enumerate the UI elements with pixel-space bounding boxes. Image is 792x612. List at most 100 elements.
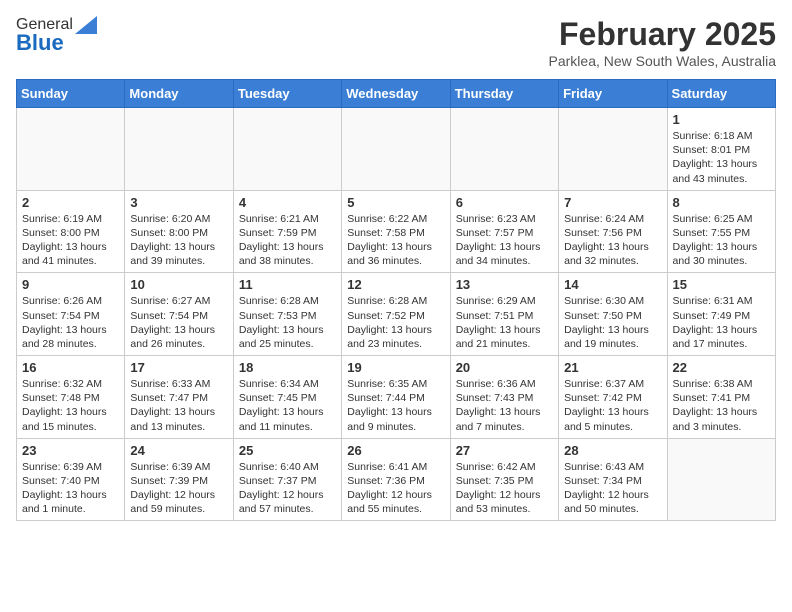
day-number: 7 (564, 195, 661, 210)
calendar-cell-week2-day7: 8Sunrise: 6:25 AM Sunset: 7:55 PM Daylig… (667, 190, 775, 273)
location: Parklea, New South Wales, Australia (549, 53, 776, 69)
calendar-header-sunday: Sunday (17, 80, 125, 108)
calendar-week-row-4: 16 Sunrise: 6:32 AM Sunset: 7:48 PM Dayli… (17, 356, 776, 439)
day-info: Sunrise: 6:33 AM Sunset: 7:47 PM Dayligh… (130, 377, 227, 434)
calendar-cell-week4-day6: 21 Sunrise: 6:37 AM Sunset: 7:42 PM Dayli… (559, 356, 667, 439)
day-info: Sunrise: 6:26 AM Sunset: 7:54 PM Dayligh… (22, 294, 119, 351)
day-info: Sunrise: 6:34 AM Sunset: 7:45 PM Dayligh… (239, 377, 336, 434)
calendar-cell-week4-day1: 16 Sunrise: 6:32 AM Sunset: 7:48 PM Dayli… (17, 356, 125, 439)
day-number: 14 (564, 277, 661, 292)
day-number: 17 (130, 360, 227, 375)
day-info: Sunrise: 6:36 AM Sunset: 7:43 PM Dayligh… (456, 377, 553, 434)
calendar-cell-week3-day6: 14 Sunrise: 6:30 AM Sunset: 7:50 PM Dayli… (559, 273, 667, 356)
calendar-cell-week1-day3 (233, 108, 341, 191)
day-info: Sunrise: 6:40 AM Sunset: 7:37 PM Dayligh… (239, 460, 336, 517)
day-info: Sunrise: 6:19 AM Sunset: 8:00 PM Dayligh… (22, 212, 119, 269)
day-number: 13 (456, 277, 553, 292)
calendar-cell-week5-day4: 26 Sunrise: 6:41 AM Sunset: 7:36 PM Dayli… (342, 438, 450, 521)
calendar-header-thursday: Thursday (450, 80, 558, 108)
calendar-cell-week1-day1 (17, 108, 125, 191)
calendar-header-wednesday: Wednesday (342, 80, 450, 108)
calendar-cell-week2-day3: 4Sunrise: 6:21 AM Sunset: 7:59 PM Daylig… (233, 190, 341, 273)
calendar-cell-week4-day2: 17 Sunrise: 6:33 AM Sunset: 7:47 PM Dayli… (125, 356, 233, 439)
calendar-cell-week1-day5 (450, 108, 558, 191)
calendar-header-friday: Friday (559, 80, 667, 108)
day-number: 28 (564, 443, 661, 458)
day-info: Sunrise: 6:28 AM Sunset: 7:53 PM Dayligh… (239, 294, 336, 351)
calendar-cell-week4-day7: 22 Sunrise: 6:38 AM Sunset: 7:41 PM Dayli… (667, 356, 775, 439)
calendar-cell-week4-day3: 18 Sunrise: 6:34 AM Sunset: 7:45 PM Dayli… (233, 356, 341, 439)
calendar-cell-week5-day2: 24Sunrise: 6:39 AM Sunset: 7:39 PM Dayli… (125, 438, 233, 521)
day-info: Sunrise: 6:32 AM Sunset: 7:48 PM Dayligh… (22, 377, 119, 434)
calendar-cell-week5-day5: 27 Sunrise: 6:42 AM Sunset: 7:35 PM Dayli… (450, 438, 558, 521)
calendar-cell-week3-day1: 9Sunrise: 6:26 AM Sunset: 7:54 PM Daylig… (17, 273, 125, 356)
calendar-week-row-2: 2 Sunrise: 6:19 AM Sunset: 8:00 PM Daylig… (17, 190, 776, 273)
calendar-cell-week1-day4 (342, 108, 450, 191)
day-info: Sunrise: 6:43 AM Sunset: 7:34 PM Dayligh… (564, 460, 661, 517)
day-info: Sunrise: 6:38 AM Sunset: 7:41 PM Dayligh… (673, 377, 770, 434)
day-info: Sunrise: 6:31 AM Sunset: 7:49 PM Dayligh… (673, 294, 770, 351)
day-number: 23 (22, 443, 119, 458)
day-number: 27 (456, 443, 553, 458)
day-info: Sunrise: 6:20 AM Sunset: 8:00 PM Dayligh… (130, 212, 227, 269)
day-info: Sunrise: 6:29 AM Sunset: 7:51 PM Dayligh… (456, 294, 553, 351)
day-number: 19 (347, 360, 444, 375)
day-info: Sunrise: 6:37 AM Sunset: 7:42 PM Dayligh… (564, 377, 661, 434)
calendar-cell-week3-day4: 12 Sunrise: 6:28 AM Sunset: 7:52 PM Dayli… (342, 273, 450, 356)
calendar-cell-week4-day4: 19 Sunrise: 6:35 AM Sunset: 7:44 PM Dayli… (342, 356, 450, 439)
calendar-cell-week3-day5: 13 Sunrise: 6:29 AM Sunset: 7:51 PM Dayli… (450, 273, 558, 356)
calendar-week-row-5: 23 Sunrise: 6:39 AM Sunset: 7:40 PM Dayli… (17, 438, 776, 521)
day-info: Sunrise: 6:41 AM Sunset: 7:36 PM Dayligh… (347, 460, 444, 517)
calendar-cell-week3-day7: 15 Sunrise: 6:31 AM Sunset: 7:49 PM Dayli… (667, 273, 775, 356)
calendar-cell-week1-day2 (125, 108, 233, 191)
month-year: February 2025 (549, 16, 776, 53)
logo-icon (75, 16, 97, 34)
day-info: Sunrise: 6:42 AM Sunset: 7:35 PM Dayligh… (456, 460, 553, 517)
calendar-cell-week2-day1: 2 Sunrise: 6:19 AM Sunset: 8:00 PM Daylig… (17, 190, 125, 273)
calendar-cell-week2-day5: 6Sunrise: 6:23 AM Sunset: 7:57 PM Daylig… (450, 190, 558, 273)
day-number: 24 (130, 443, 227, 458)
day-number: 12 (347, 277, 444, 292)
calendar-table: SundayMondayTuesdayWednesdayThursdayFrid… (16, 79, 776, 521)
day-number: 11 (239, 277, 336, 292)
calendar-cell-week5-day7 (667, 438, 775, 521)
calendar-cell-week5-day1: 23 Sunrise: 6:39 AM Sunset: 7:40 PM Dayli… (17, 438, 125, 521)
day-number: 20 (456, 360, 553, 375)
day-number: 6 (456, 195, 553, 210)
calendar-cell-week2-day6: 7Sunrise: 6:24 AM Sunset: 7:56 PM Daylig… (559, 190, 667, 273)
day-number: 2 (22, 195, 119, 210)
calendar-cell-week3-day2: 10 Sunrise: 6:27 AM Sunset: 7:54 PM Dayli… (125, 273, 233, 356)
day-info: Sunrise: 6:25 AM Sunset: 7:55 PM Dayligh… (673, 212, 770, 269)
day-number: 22 (673, 360, 770, 375)
day-info: Sunrise: 6:30 AM Sunset: 7:50 PM Dayligh… (564, 294, 661, 351)
calendar-cell-week2-day2: 3Sunrise: 6:20 AM Sunset: 8:00 PM Daylig… (125, 190, 233, 273)
title-block: February 2025 Parklea, New South Wales, … (549, 16, 776, 69)
calendar-cell-week4-day5: 20 Sunrise: 6:36 AM Sunset: 7:43 PM Dayli… (450, 356, 558, 439)
calendar-cell-week5-day6: 28 Sunrise: 6:43 AM Sunset: 7:34 PM Dayli… (559, 438, 667, 521)
calendar-cell-week1-day7: 1 Sunrise: 6:18 AM Sunset: 8:01 PM Daylig… (667, 108, 775, 191)
page-header: General Blue February 2025 Parklea, New … (16, 16, 776, 69)
day-number: 21 (564, 360, 661, 375)
day-number: 26 (347, 443, 444, 458)
calendar-week-row-1: 1 Sunrise: 6:18 AM Sunset: 8:01 PM Daylig… (17, 108, 776, 191)
day-info: Sunrise: 6:18 AM Sunset: 8:01 PM Dayligh… (673, 129, 770, 186)
day-info: Sunrise: 6:28 AM Sunset: 7:52 PM Dayligh… (347, 294, 444, 351)
calendar-header-saturday: Saturday (667, 80, 775, 108)
calendar-header-monday: Monday (125, 80, 233, 108)
day-number: 15 (673, 277, 770, 292)
day-info: Sunrise: 6:35 AM Sunset: 7:44 PM Dayligh… (347, 377, 444, 434)
day-number: 10 (130, 277, 227, 292)
calendar-cell-week5-day3: 25 Sunrise: 6:40 AM Sunset: 7:37 PM Dayli… (233, 438, 341, 521)
calendar-header-row: SundayMondayTuesdayWednesdayThursdayFrid… (17, 80, 776, 108)
day-info: Sunrise: 6:27 AM Sunset: 7:54 PM Dayligh… (130, 294, 227, 351)
calendar-cell-week3-day3: 11 Sunrise: 6:28 AM Sunset: 7:53 PM Dayli… (233, 273, 341, 356)
day-number: 16 (22, 360, 119, 375)
calendar-week-row-3: 9Sunrise: 6:26 AM Sunset: 7:54 PM Daylig… (17, 273, 776, 356)
day-info: Sunrise: 6:22 AM Sunset: 7:58 PM Dayligh… (347, 212, 444, 269)
day-number: 1 (673, 112, 770, 127)
day-number: 18 (239, 360, 336, 375)
day-number: 25 (239, 443, 336, 458)
day-info: Sunrise: 6:39 AM Sunset: 7:40 PM Dayligh… (22, 460, 119, 517)
day-number: 4 (239, 195, 336, 210)
day-number: 5 (347, 195, 444, 210)
